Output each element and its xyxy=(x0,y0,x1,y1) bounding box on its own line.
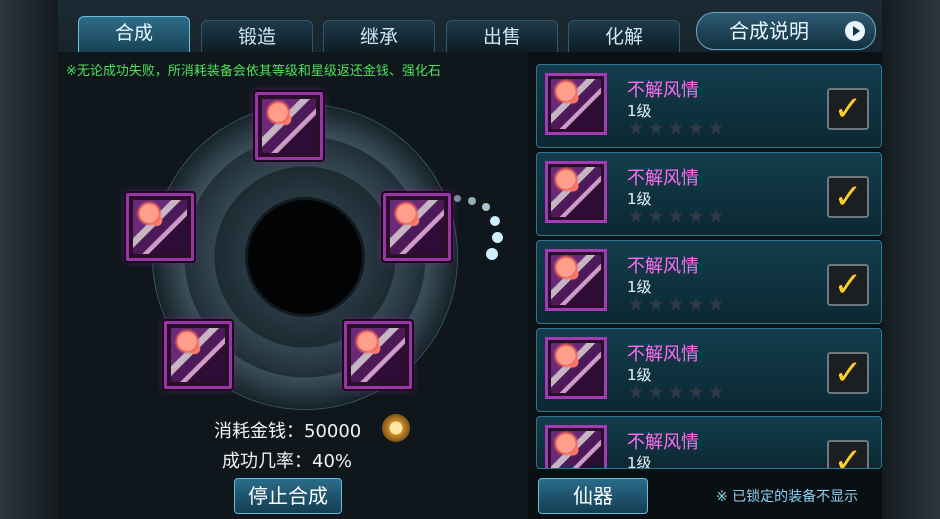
stop-synthesis-button[interactable]: 停止合成 xyxy=(234,478,342,514)
tab-dismantle[interactable]: 化解 xyxy=(568,20,680,54)
checkbox-checked-icon[interactable]: ✓ xyxy=(827,264,869,306)
locked-equipment-note: ※ 已锁定的装备不显示 xyxy=(716,489,859,505)
star-icon: ★ xyxy=(687,294,705,315)
star-icon: ★ xyxy=(667,118,685,139)
star-icon: ★ xyxy=(667,382,685,403)
material-slot-top[interactable] xyxy=(255,92,323,160)
checkbox-checked-icon[interactable]: ✓ xyxy=(827,440,869,468)
category-button[interactable]: 仙器 xyxy=(538,478,648,514)
star-icon: ★ xyxy=(687,118,705,139)
equipment-name: 不解风情 xyxy=(627,168,699,189)
star-icon: ★ xyxy=(667,206,685,227)
equipment-name: 不解风情 xyxy=(627,80,699,101)
equipment-icon xyxy=(351,328,405,382)
synthesis-help-button[interactable]: 合成说明 xyxy=(696,12,876,50)
list-item[interactable]: 不解风情 1级 ★ ★ ★ ★ ★ ✓ xyxy=(536,328,882,412)
star-icon: ★ xyxy=(707,118,725,139)
material-slot-left[interactable] xyxy=(126,193,194,261)
material-slot-bottom-right[interactable] xyxy=(344,321,412,389)
equipment-icon xyxy=(545,73,607,135)
star-icon: ★ xyxy=(627,118,645,139)
equipment-icon xyxy=(262,99,316,153)
star-icon: ★ xyxy=(647,294,665,315)
tab-synthesis[interactable]: 合成 xyxy=(78,16,190,54)
synthesis-notice: ※无论成功失败，所消耗装备会依其等级和星级返还金钱、强化石 xyxy=(66,64,441,79)
star-icon: ★ xyxy=(667,294,685,315)
equipment-name: 不解风情 xyxy=(627,432,699,453)
star-icon: ★ xyxy=(647,382,665,403)
equipment-name: 不解风情 xyxy=(627,256,699,277)
gold-coin-icon xyxy=(382,414,410,442)
star-icon: ★ xyxy=(647,118,665,139)
tab-sell[interactable]: 出售 xyxy=(446,20,558,54)
star-icon: ★ xyxy=(627,382,645,403)
star-icon: ★ xyxy=(707,294,725,315)
equipment-name: 不解风情 xyxy=(627,344,699,365)
star-icon: ★ xyxy=(687,382,705,403)
success-rate-text: 成功几率：40% xyxy=(222,451,353,472)
synthesis-center-slot[interactable] xyxy=(248,200,362,314)
tab-inherit[interactable]: 继承 xyxy=(323,20,435,54)
equipment-icon xyxy=(133,200,187,254)
equipment-icon xyxy=(545,249,607,311)
star-icon: ★ xyxy=(647,206,665,227)
material-slot-right[interactable] xyxy=(383,193,451,261)
arrow-right-icon xyxy=(845,21,865,41)
equipment-icon xyxy=(545,337,607,399)
star-icon: ★ xyxy=(687,206,705,227)
list-item[interactable]: 不解风情 1级 ★ ★ ★ ★ ★ ✓ xyxy=(536,64,882,148)
star-rating: ★ ★ ★ ★ ★ xyxy=(627,208,737,226)
tab-forge[interactable]: 锻造 xyxy=(201,20,313,54)
list-item[interactable]: 不解风情 1级 ★ ★ ★ ★ ★ ✓ xyxy=(536,152,882,236)
star-rating: ★ ★ ★ ★ ★ xyxy=(627,384,737,402)
star-icon: ★ xyxy=(627,206,645,227)
equipment-icon xyxy=(390,200,444,254)
star-icon: ★ xyxy=(627,294,645,315)
list-item[interactable]: 不解风情 1级 ✓ xyxy=(536,416,882,469)
checkbox-checked-icon[interactable]: ✓ xyxy=(827,88,869,130)
equipment-icon xyxy=(171,328,225,382)
checkbox-checked-icon[interactable]: ✓ xyxy=(827,176,869,218)
equipment-level: 1级 xyxy=(627,454,652,469)
loading-spinner-icon xyxy=(448,195,518,265)
equipment-icon xyxy=(545,161,607,223)
cost-text: 消耗金钱：50000 xyxy=(214,421,362,442)
checkbox-checked-icon[interactable]: ✓ xyxy=(827,352,869,394)
equipment-icon xyxy=(545,425,607,468)
star-icon: ★ xyxy=(707,382,725,403)
star-rating: ★ ★ ★ ★ ★ xyxy=(627,120,737,138)
material-slot-bottom-left[interactable] xyxy=(164,321,232,389)
star-rating: ★ ★ ★ ★ ★ xyxy=(627,296,737,314)
synthesis-help-label: 合成说明 xyxy=(729,19,809,43)
list-item[interactable]: 不解风情 1级 ★ ★ ★ ★ ★ ✓ xyxy=(536,240,882,324)
star-icon: ★ xyxy=(707,206,725,227)
